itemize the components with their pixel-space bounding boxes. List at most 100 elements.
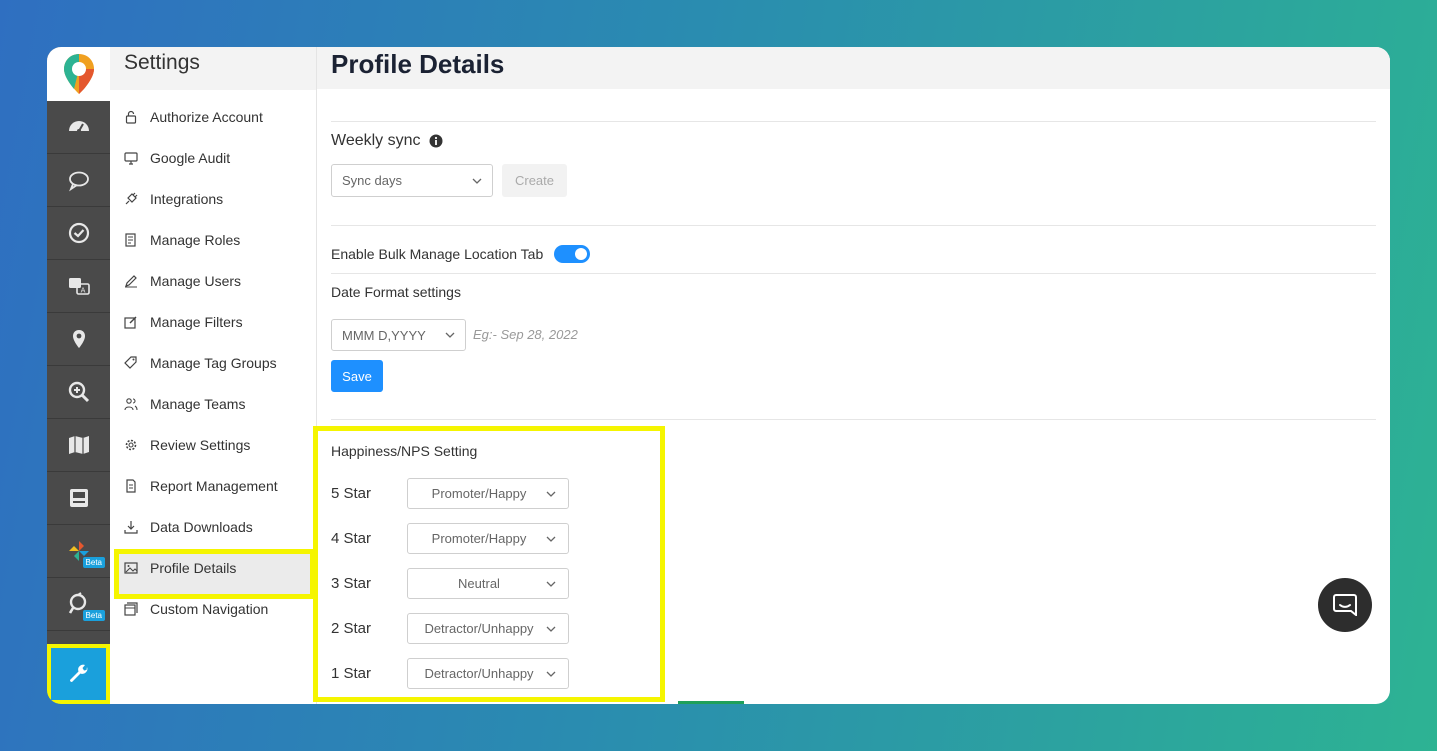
sidebar-item-review-settings[interactable]: Review Settings: [110, 424, 316, 465]
date-format-select[interactable]: MMM D,YYYY: [331, 319, 466, 351]
rail-map[interactable]: [47, 419, 110, 472]
chevron-down-icon: [546, 626, 556, 632]
rail-window[interactable]: [47, 472, 110, 525]
nps-3-star-select[interactable]: Neutral: [407, 568, 569, 599]
date-format-example: Eg:- Sep 28, 2022: [473, 327, 578, 342]
nps-row-label: 1 Star: [331, 665, 372, 682]
sync-days-select[interactable]: Sync days: [331, 164, 493, 197]
sidebar-item-label: Data Downloads: [150, 518, 253, 535]
nps-title: Happiness/NPS Setting: [331, 443, 478, 459]
divider: [331, 225, 1376, 226]
sidebar-item-google-audit[interactable]: Google Audit: [110, 137, 316, 178]
chevron-down-icon: [546, 581, 556, 587]
sidebar-item-label: Review Settings: [150, 436, 251, 453]
nps-save-button-peek[interactable]: [678, 701, 744, 704]
sidebar-item-label: Manage Filters: [150, 313, 243, 330]
weekly-sync-label: Weekly sync: [331, 132, 421, 149]
sidebar-item-label: Manage Tag Groups: [150, 354, 277, 371]
create-button[interactable]: Create: [502, 164, 567, 197]
sidebar-item-label: Profile Details: [150, 559, 237, 576]
zoom-in-icon: [68, 381, 89, 403]
main-content: Profile Details Weekly sync Sync days Cr…: [313, 47, 1390, 704]
sidebar-item-manage-tag-groups[interactable]: Manage Tag Groups: [110, 342, 316, 383]
app-logo[interactable]: [47, 47, 110, 101]
window-icon: [69, 489, 88, 507]
date-format-value: MMM D,YYYY: [342, 327, 426, 343]
plug-icon: [124, 192, 138, 206]
sidebar-item-report-management[interactable]: Report Management: [110, 465, 316, 506]
bulk-manage-label: Enable Bulk Manage Location Tab: [331, 246, 544, 262]
nps-value: Detractor/Unhappy: [424, 621, 534, 636]
sidebar-item-label: Manage Roles: [150, 231, 241, 248]
sidebar-item-manage-teams[interactable]: Manage Teams: [110, 383, 316, 424]
monitor-icon: [124, 151, 138, 165]
chat-icon: [1333, 594, 1357, 616]
nps-value: Detractor/Unhappy: [424, 666, 534, 681]
rail-chat[interactable]: [47, 154, 110, 207]
icon-rail: A Beta Beta: [47, 47, 110, 704]
sidebar-item-custom-navigation[interactable]: Custom Navigation: [110, 588, 316, 629]
nps-value: Neutral: [458, 576, 500, 591]
page-title: Profile Details: [331, 49, 505, 79]
download-icon: [124, 520, 138, 534]
dashboard-icon: [68, 121, 89, 133]
nps-2-star-select[interactable]: Detractor/Unhappy: [407, 613, 569, 644]
nps-1-star-select[interactable]: Detractor/Unhappy: [407, 658, 569, 689]
sidebar-item-authorize-account[interactable]: Authorize Account: [110, 96, 316, 137]
location-logo-icon: [63, 54, 94, 94]
info-icon[interactable]: [429, 134, 443, 148]
settings-nav: Authorize Account Google Audit Integrati…: [110, 96, 316, 629]
weekly-sync-section: Weekly sync: [331, 132, 443, 150]
check-circle-icon: [68, 222, 89, 244]
team-icon: [124, 397, 138, 411]
sidebar-item-label: Custom Navigation: [150, 600, 269, 617]
rail-translate[interactable]: A: [47, 260, 110, 313]
sidebar-item-manage-roles[interactable]: Manage Roles: [110, 219, 316, 260]
sidebar-item-label: Integrations: [150, 190, 224, 207]
window-stack-icon: [124, 601, 138, 616]
sidebar-item-data-downloads[interactable]: Data Downloads: [110, 506, 316, 547]
nps-value: Promoter/Happy: [431, 486, 527, 501]
nps-5-star-select[interactable]: Promoter/Happy: [407, 478, 569, 509]
sidebar-item-label: Manage Users: [150, 272, 242, 289]
bulk-manage-toggle[interactable]: [554, 245, 590, 263]
rail-tasks[interactable]: [47, 207, 110, 260]
svg-text:A: A: [80, 287, 85, 295]
divider: [331, 121, 1376, 122]
nps-row-label: 2 Star: [331, 620, 372, 637]
rail-search-refresh[interactable]: Beta: [47, 578, 110, 631]
image-icon: [124, 561, 138, 575]
lock-icon: [124, 110, 138, 124]
sidebar-item-label: Manage Teams: [150, 395, 246, 412]
rail-zoom[interactable]: [47, 366, 110, 419]
sidebar-item-label: Report Management: [150, 477, 278, 494]
nps-row-label: 3 Star: [331, 575, 372, 592]
location-pin-icon: [72, 330, 85, 348]
pencil-icon: [124, 274, 138, 288]
sync-days-placeholder: Sync days: [342, 173, 402, 188]
sidebar-item-label: Authorize Account: [150, 108, 263, 125]
settings-sidebar: Settings Authorize Account Google Audit …: [110, 47, 317, 704]
rail-settings[interactable]: [47, 644, 110, 704]
nps-row-label: 4 Star: [331, 530, 372, 547]
gear-icon: [124, 438, 138, 452]
tag-icon: [124, 355, 138, 370]
rail-locations[interactable]: [47, 313, 110, 366]
sidebar-item-label: Google Audit: [150, 149, 231, 166]
wrench-icon: [69, 664, 87, 682]
sidebar-item-manage-users[interactable]: Manage Users: [110, 260, 316, 301]
beta-badge: Beta: [82, 610, 105, 621]
nps-4-star-select[interactable]: Promoter/Happy: [407, 523, 569, 554]
map-icon: [68, 436, 89, 454]
sidebar-title: Settings: [110, 47, 316, 90]
rail-pinwheel[interactable]: Beta: [47, 525, 110, 578]
save-button[interactable]: Save: [331, 360, 383, 392]
sidebar-item-integrations[interactable]: Integrations: [110, 178, 316, 219]
rail-dashboard[interactable]: [47, 101, 110, 154]
beta-badge: Beta: [82, 557, 105, 568]
chevron-down-icon: [546, 671, 556, 677]
sidebar-item-manage-filters[interactable]: Manage Filters: [110, 301, 316, 342]
sidebar-item-profile-details[interactable]: Profile Details: [110, 547, 316, 599]
translate-icon: A: [68, 278, 90, 295]
chat-launcher-button[interactable]: [1318, 578, 1372, 632]
